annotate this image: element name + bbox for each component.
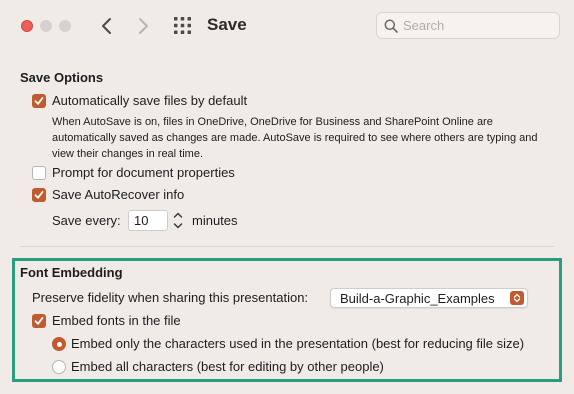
embed-used-characters-label: Embed only the characters used in the pr… (71, 336, 525, 351)
checkmark-icon (34, 191, 44, 199)
section-divider (20, 246, 554, 247)
select-arrows-button (510, 291, 524, 305)
chevron-left-icon (102, 18, 111, 34)
minimize-window-button[interactable] (40, 20, 52, 32)
autorecover-label: Save AutoRecover info (52, 187, 185, 202)
prompt-properties-checkbox[interactable] (32, 166, 46, 180)
up-down-chevron-icon (513, 293, 521, 303)
checkmark-icon (34, 317, 44, 325)
forward-button[interactable] (132, 13, 154, 39)
prompt-properties-label: Prompt for document properties (52, 165, 235, 180)
embed-used-characters-radio[interactable] (52, 337, 66, 351)
autorecover-checkbox[interactable] (32, 188, 46, 202)
save-interval-stepper[interactable] (171, 209, 185, 232)
checkmark-icon (34, 97, 44, 105)
minutes-label: minutes (192, 213, 238, 228)
save-interval-input[interactable]: 10 (128, 210, 168, 231)
embed-all-characters-label: Embed all characters (best for editing b… (71, 359, 384, 374)
search-field[interactable] (376, 12, 560, 39)
save-options-heading: Save Options (20, 70, 104, 85)
embed-fonts-label: Embed fonts in the file (52, 313, 181, 328)
presentation-select-value: Build-a-Graphic_Examples (340, 291, 495, 306)
window-title: Save (207, 15, 247, 34)
autosave-label: Automatically save files by default (52, 93, 248, 108)
title-bar: Save (0, 0, 574, 52)
zoom-window-button[interactable] (59, 20, 71, 32)
search-input[interactable] (403, 16, 553, 35)
search-icon (384, 19, 398, 33)
font-embedding-heading: Font Embedding (20, 265, 123, 280)
back-button[interactable] (96, 13, 118, 39)
presentation-select[interactable]: Build-a-Graphic_Examples (330, 288, 528, 308)
autosave-description: When AutoSave is on, files in OneDrive, … (52, 116, 538, 160)
preserve-fidelity-label: Preserve fidelity when sharing this pres… (32, 290, 309, 305)
embed-fonts-checkbox[interactable] (32, 314, 46, 328)
grid-icon (174, 17, 191, 34)
autosave-checkbox[interactable] (32, 94, 46, 108)
stepper-arrows-icon (173, 212, 183, 229)
save-every-label: Save every: (52, 213, 121, 228)
show-all-button[interactable] (174, 17, 191, 34)
chevron-right-icon (139, 18, 148, 34)
embed-all-characters-radio[interactable] (52, 360, 66, 374)
close-window-button[interactable] (21, 20, 33, 32)
